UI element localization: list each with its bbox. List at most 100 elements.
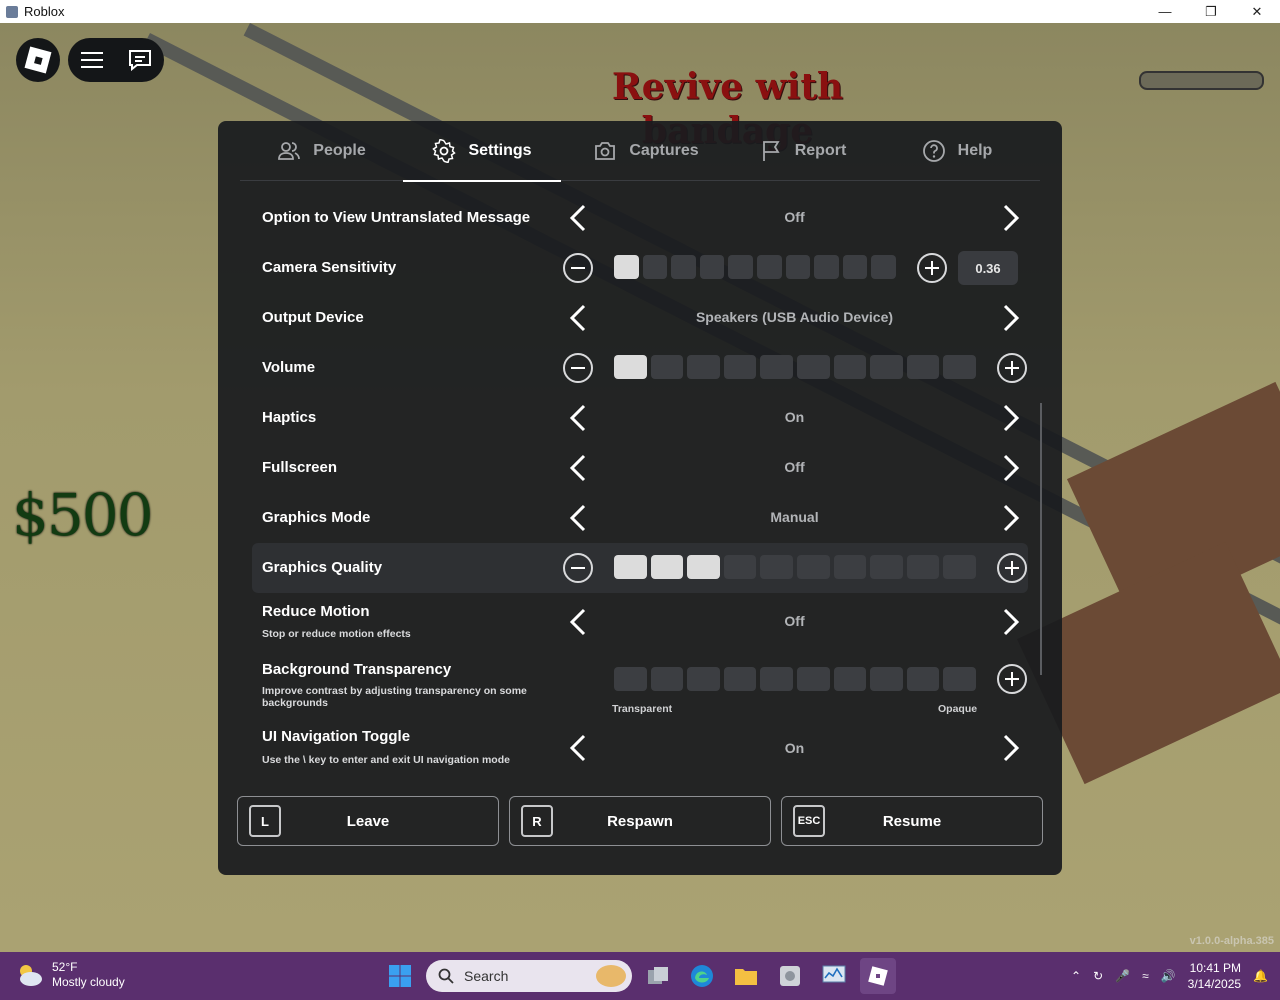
chevron-right-icon[interactable] xyxy=(996,606,1026,638)
slider-step[interactable] xyxy=(760,555,793,579)
chevron-left-icon[interactable] xyxy=(563,732,593,764)
chevron-left-icon[interactable] xyxy=(563,302,593,334)
weather-widget[interactable]: 52°F Mostly cloudy xyxy=(16,960,125,990)
settings-scrollbar[interactable] xyxy=(1040,403,1042,675)
close-icon[interactable]: ✕ xyxy=(1234,0,1280,23)
slider-step[interactable] xyxy=(833,667,867,691)
monitor-app[interactable] xyxy=(816,958,852,994)
slider-step[interactable] xyxy=(814,255,839,279)
slider-step[interactable] xyxy=(728,255,753,279)
slider-step[interactable] xyxy=(614,355,647,379)
task-view-button[interactable] xyxy=(640,958,676,994)
minimize-icon[interactable]: — xyxy=(1142,0,1188,23)
camera-sensitivity-slider[interactable] xyxy=(614,255,896,279)
slider-step[interactable] xyxy=(614,555,647,579)
slider-step[interactable] xyxy=(906,555,940,579)
plus-icon[interactable] xyxy=(997,353,1027,383)
search-placeholder: Search xyxy=(464,968,509,984)
slider-step[interactable] xyxy=(642,255,668,279)
microphone-icon[interactable]: 🎤 xyxy=(1115,969,1130,983)
slider-step[interactable] xyxy=(723,355,757,379)
chat-icon[interactable] xyxy=(128,49,152,71)
top-bar-buttons xyxy=(68,38,164,82)
slider-step[interactable] xyxy=(870,355,903,379)
minus-icon[interactable] xyxy=(563,253,593,283)
slider-step[interactable] xyxy=(797,555,830,579)
chevron-right-icon[interactable] xyxy=(996,302,1026,334)
wifi-icon[interactable]: ≈ xyxy=(1142,969,1149,983)
slider-step[interactable] xyxy=(757,255,782,279)
tab-settings[interactable]: Settings xyxy=(403,121,561,182)
slider-step[interactable] xyxy=(760,355,793,379)
slider-step[interactable] xyxy=(797,667,830,691)
keybind-hint: L xyxy=(249,805,281,837)
hamburger-icon[interactable] xyxy=(80,51,103,69)
slider-step[interactable] xyxy=(650,355,684,379)
background-transparency-slider[interactable] xyxy=(614,667,976,691)
tab-help[interactable]: Help xyxy=(874,121,1040,181)
slider-step[interactable] xyxy=(671,255,696,279)
tab-people[interactable]: People xyxy=(240,121,403,181)
sync-icon[interactable]: ↻ xyxy=(1093,969,1103,983)
taskbar-clock[interactable]: 10:41 PM 3/14/2025 xyxy=(1188,960,1241,992)
slider-step[interactable] xyxy=(833,355,867,379)
chevron-right-icon[interactable] xyxy=(996,202,1026,234)
slider-step[interactable] xyxy=(687,355,720,379)
edge-app[interactable] xyxy=(684,958,720,994)
camera-sensitivity-value[interactable]: 0.36 xyxy=(958,251,1018,285)
slider-step[interactable] xyxy=(785,255,811,279)
slider-step[interactable] xyxy=(870,555,903,579)
chevron-right-icon[interactable] xyxy=(996,502,1026,534)
start-button[interactable] xyxy=(382,958,418,994)
slider-step[interactable] xyxy=(687,555,720,579)
leave-button[interactable]: L Leave xyxy=(237,796,499,846)
roblox-app[interactable] xyxy=(860,958,896,994)
respawn-button[interactable]: R Respawn xyxy=(509,796,771,846)
slider-step[interactable] xyxy=(906,667,940,691)
slider-step[interactable] xyxy=(906,355,940,379)
chevron-left-icon[interactable] xyxy=(563,202,593,234)
graphics-quality-slider[interactable] xyxy=(614,555,976,579)
slider-step[interactable] xyxy=(723,555,757,579)
chevron-right-icon[interactable] xyxy=(996,402,1026,434)
utility-app[interactable] xyxy=(772,958,808,994)
slider-step[interactable] xyxy=(614,255,639,279)
chevron-right-icon[interactable] xyxy=(996,732,1026,764)
slider-step[interactable] xyxy=(943,555,976,579)
slider-step[interactable] xyxy=(871,255,896,279)
chevron-right-icon[interactable] xyxy=(996,452,1026,484)
volume-slider[interactable] xyxy=(614,355,976,379)
notification-bell-icon[interactable]: 🔔 xyxy=(1253,969,1268,983)
plus-icon[interactable] xyxy=(917,253,947,283)
slider-step[interactable] xyxy=(760,667,793,691)
slider-step[interactable] xyxy=(842,255,868,279)
chevron-left-icon[interactable] xyxy=(563,606,593,638)
minus-icon[interactable] xyxy=(563,553,593,583)
roblox-menu-button[interactable] xyxy=(16,38,60,82)
slider-step[interactable] xyxy=(614,667,647,691)
chevron-left-icon[interactable] xyxy=(563,502,593,534)
slider-step[interactable] xyxy=(943,667,976,691)
slider-step[interactable] xyxy=(943,355,976,379)
speaker-icon[interactable]: 🔊 xyxy=(1161,969,1176,983)
resume-button[interactable]: ESC Resume xyxy=(781,796,1043,846)
slider-step[interactable] xyxy=(650,555,684,579)
slider-step[interactable] xyxy=(650,667,684,691)
slider-step[interactable] xyxy=(797,355,830,379)
slider-step[interactable] xyxy=(723,667,757,691)
restore-icon[interactable]: ❐ xyxy=(1188,0,1234,23)
slider-step[interactable] xyxy=(870,667,903,691)
chevron-up-icon[interactable]: ⌃ xyxy=(1071,969,1081,983)
taskbar-search[interactable]: Search xyxy=(426,960,632,992)
slider-step[interactable] xyxy=(833,555,867,579)
chevron-left-icon[interactable] xyxy=(563,402,593,434)
tab-report[interactable]: Report xyxy=(731,121,874,181)
slider-step[interactable] xyxy=(687,667,720,691)
plus-icon[interactable] xyxy=(997,664,1027,694)
slider-step[interactable] xyxy=(699,255,725,279)
file-explorer-app[interactable] xyxy=(728,958,764,994)
plus-icon[interactable] xyxy=(997,553,1027,583)
minus-icon[interactable] xyxy=(563,353,593,383)
tab-captures[interactable]: Captures xyxy=(561,121,731,181)
chevron-left-icon[interactable] xyxy=(563,452,593,484)
